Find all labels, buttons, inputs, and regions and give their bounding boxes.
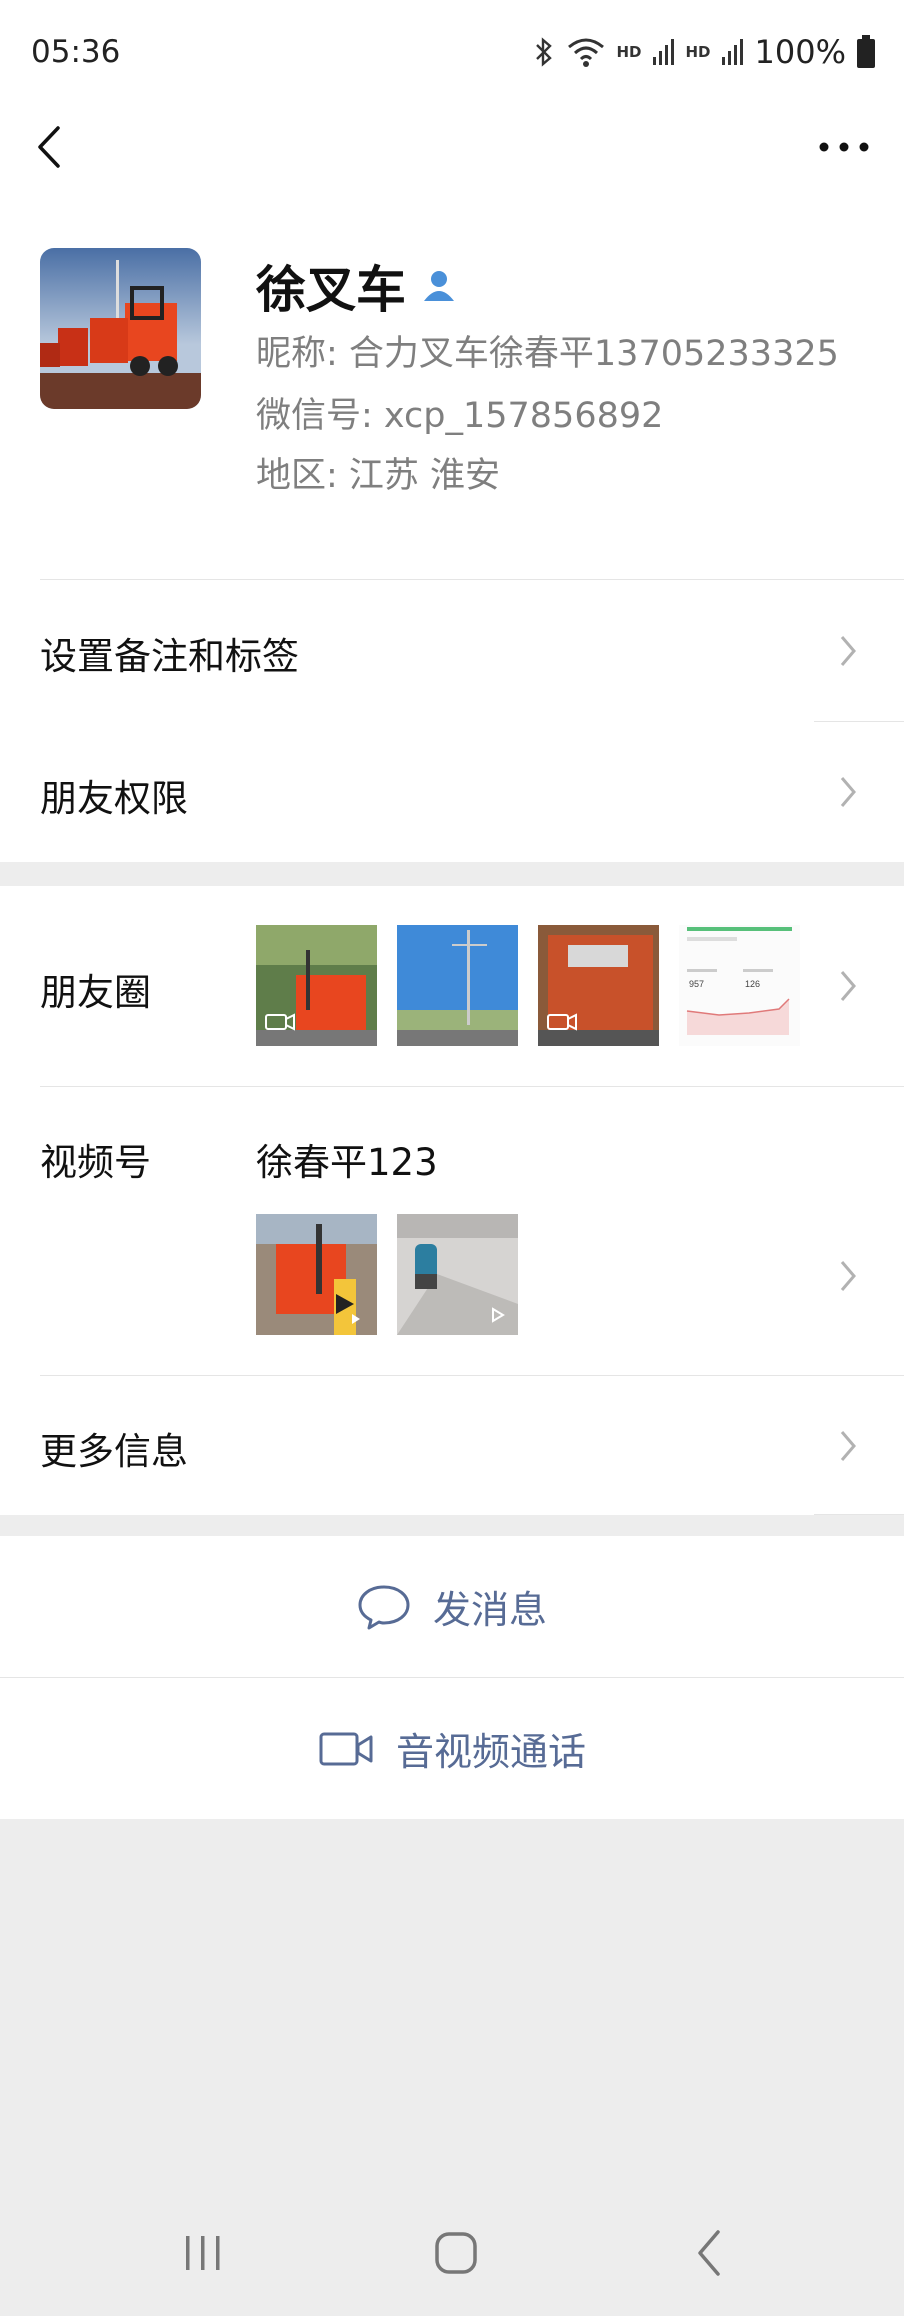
home-button[interactable] — [431, 2228, 481, 2278]
signal-icon — [652, 39, 674, 65]
more-info-row[interactable]: 更多信息 — [0, 1376, 904, 1515]
channels-label: 视频号 — [40, 1141, 151, 1184]
moments-thumbnail — [256, 925, 377, 1046]
wifi-icon — [568, 38, 605, 67]
moments-label: 朋友圈 — [40, 971, 151, 1014]
channels-account-name: 徐春平123 — [256, 1141, 438, 1184]
system-navigation-bar — [0, 2190, 904, 2316]
more-options-button[interactable] — [814, 120, 874, 174]
top-nav-bar — [0, 100, 904, 195]
signal-icon — [721, 39, 743, 65]
moments-row[interactable]: 朋友圈 957 126 — [0, 886, 904, 1087]
more-info-label: 更多信息 — [40, 1430, 188, 1473]
back-button[interactable] — [30, 120, 70, 174]
status-icons: HD HD 100% — [532, 32, 876, 72]
channels-thumbnail — [256, 1214, 377, 1335]
avatar[interactable] — [40, 248, 201, 409]
battery-icon — [857, 35, 875, 68]
bluetooth-icon — [536, 37, 553, 67]
hd-badge: HD — [616, 43, 642, 61]
video-camera-icon — [319, 1732, 373, 1765]
channels-thumbnail — [397, 1214, 518, 1335]
system-back-button[interactable] — [685, 2228, 735, 2278]
chevron-right-icon — [840, 1431, 856, 1461]
contact-wechat-id[interactable]: 微信号: xcp_157856892 — [256, 387, 663, 438]
moments-thumbnail: 957 126 — [679, 925, 800, 1046]
battery-percent: 100% — [754, 33, 846, 71]
contact-name: 徐叉车 — [256, 261, 406, 319]
video-call-label: 音视频通话 — [395, 1730, 586, 1774]
remark-and-tags-row[interactable]: 设置备注和标签 — [0, 580, 904, 722]
chevron-right-icon — [840, 777, 856, 807]
video-call-button[interactable]: 音视频通话 — [0, 1678, 904, 1819]
contact-nickname: 昵称: 合力叉车徐春平13705233325 — [256, 334, 839, 374]
friend-permissions-row[interactable]: 朋友权限 — [0, 722, 904, 862]
remark-and-tags-label: 设置备注和标签 — [40, 635, 299, 678]
moments-thumbnail — [397, 925, 518, 1046]
friend-permissions-label: 朋友权限 — [40, 777, 188, 820]
contact-person-icon — [424, 271, 454, 301]
send-message-label: 发消息 — [432, 1588, 547, 1632]
chart-value: 126 — [745, 979, 760, 989]
status-bar: 05:36 HD HD 100% — [0, 0, 904, 100]
chevron-right-icon — [840, 971, 856, 1001]
divider — [814, 1514, 904, 1515]
profile-header: 徐叉车 昵称: 合力叉车徐春平13705233325 微信号: xcp_1578… — [0, 195, 904, 580]
recent-apps-button[interactable] — [178, 2228, 228, 2278]
channels-row[interactable]: 视频号 徐春平123 — [0, 1087, 904, 1376]
chart-value: 957 — [689, 979, 704, 989]
hd-badge: HD — [685, 43, 711, 61]
send-message-button[interactable]: 发消息 — [0, 1536, 904, 1677]
chevron-right-icon — [840, 636, 856, 666]
status-time: 05:36 — [31, 34, 121, 70]
chat-bubble-icon — [358, 1585, 410, 1629]
contact-region: 地区: 江苏 淮安 — [256, 456, 501, 496]
chevron-right-icon — [840, 1261, 856, 1291]
moments-thumbnail — [538, 925, 659, 1046]
contact-profile-screen: 05:36 HD HD 100% 徐叉车 昵称: 合力叉车徐春平13705233… — [0, 0, 904, 2316]
